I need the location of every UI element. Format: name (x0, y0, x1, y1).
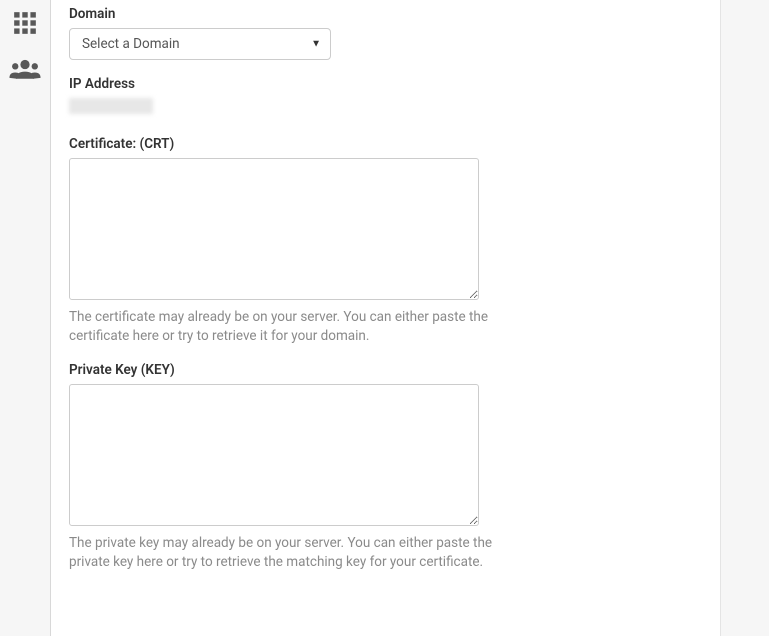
users-icon[interactable] (9, 58, 41, 84)
domain-group: Domain Select a Domain ▼ (69, 6, 702, 60)
certificate-label: Certificate: (CRT) (69, 136, 702, 152)
domain-select[interactable]: Select a Domain (69, 28, 331, 60)
private-key-help-text: The private key may already be on your s… (69, 534, 499, 572)
certificate-help-text: The certificate may already be on your s… (69, 308, 499, 346)
private-key-textarea[interactable] (69, 384, 479, 526)
ip-address-label: IP Address (69, 76, 702, 92)
private-key-group: Private Key (KEY) The private key may al… (69, 362, 702, 572)
grid-icon[interactable] (12, 10, 38, 40)
sidebar (0, 0, 50, 636)
private-key-label: Private Key (KEY) (69, 362, 702, 378)
certificate-group: Certificate: (CRT) The certificate may a… (69, 136, 702, 346)
ip-address-value (69, 98, 153, 114)
main-content: Domain Select a Domain ▼ IP Address Cert… (51, 0, 721, 636)
certificate-textarea[interactable] (69, 158, 479, 300)
ip-address-group: IP Address (69, 76, 702, 114)
domain-label: Domain (69, 6, 702, 22)
